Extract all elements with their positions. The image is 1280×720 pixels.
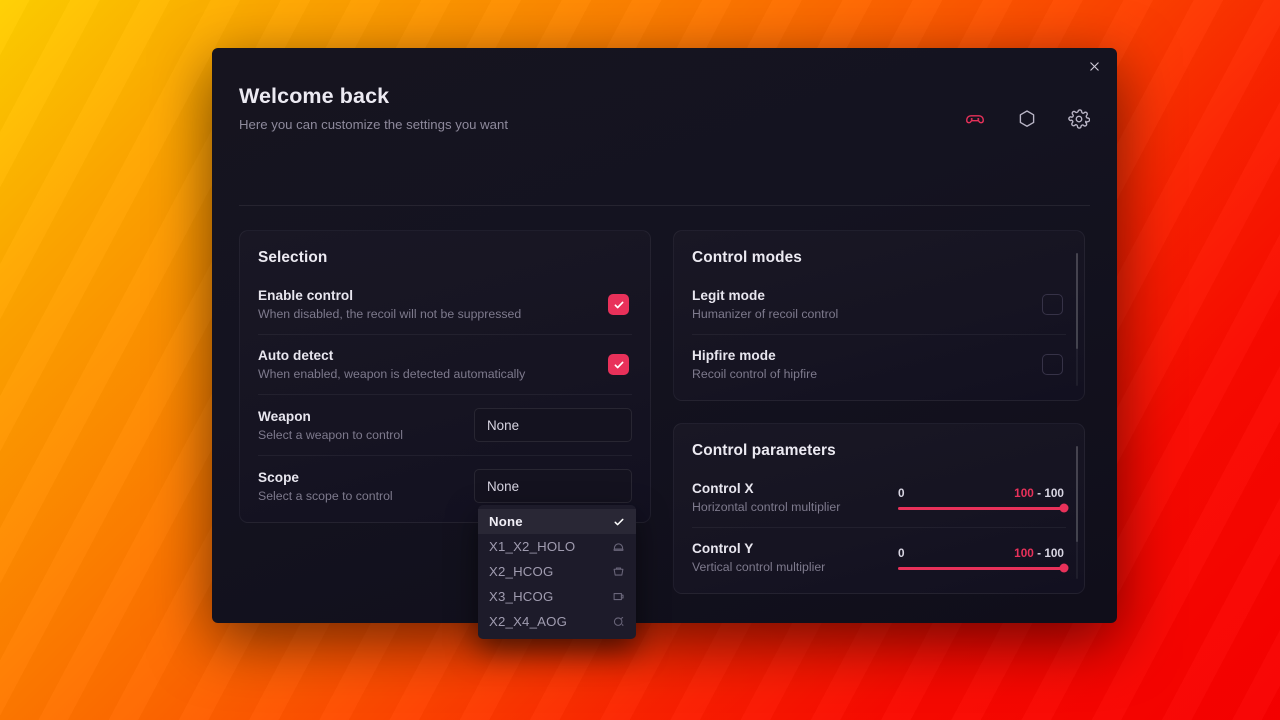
row-enable-control: Enable control When disabled, the recoil… [258, 275, 632, 334]
weapon-select[interactable]: None [474, 408, 632, 442]
modal-body: Selection Enable control When disabled, … [239, 230, 1090, 615]
control-y-value: 100 - 100 [1014, 546, 1064, 560]
scope-option-x1-x2-holo-label: X1_X2_HOLO [489, 539, 575, 554]
scope-option-x2-hcog-label: X2_HCOG [489, 564, 553, 579]
holo-sight-icon [612, 540, 625, 553]
weapon-desc: Select a weapon to control [258, 428, 474, 442]
hcog-3x-sight-icon [612, 590, 625, 603]
hcog-2x-sight-icon [612, 565, 625, 578]
hipfire-mode-desc: Recoil control of hipfire [692, 367, 1042, 381]
weapon-select-value: None [487, 418, 519, 433]
scope-label: Scope [258, 470, 474, 485]
hexagon-icon[interactable] [1016, 108, 1038, 130]
control-modes-card: Control modes Legit mode Humanizer of re… [673, 230, 1085, 401]
enable-control-checkbox[interactable] [608, 294, 629, 315]
legit-mode-label: Legit mode [692, 288, 1042, 303]
control-x-track[interactable] [898, 507, 1064, 510]
scope-option-none-label: None [489, 514, 523, 529]
control-modes-title: Control modes [692, 249, 1066, 267]
scope-select-value: None [487, 479, 519, 494]
scope-option-x3-hcog-label: X3_HCOG [489, 589, 553, 604]
scope-option-x3-hcog[interactable]: X3_HCOG [478, 584, 636, 609]
check-icon [613, 516, 625, 528]
scope-option-x2-x4-aog[interactable]: X2_X4_AOG [478, 609, 636, 634]
control-x-desc: Horizontal control multiplier [692, 500, 898, 514]
legit-mode-checkbox[interactable] [1042, 294, 1063, 315]
enable-control-label: Enable control [258, 288, 608, 303]
selection-card: Selection Enable control When disabled, … [239, 230, 651, 523]
control-x-slider[interactable]: 0 100 - 100 [898, 486, 1064, 510]
control-parameters-scrollbar[interactable] [1076, 446, 1078, 579]
row-auto-detect: Auto detect When enabled, weapon is dete… [258, 334, 632, 394]
header-icon-group [964, 108, 1090, 130]
control-y-current: 100 [1014, 546, 1034, 560]
control-y-label: Control Y [692, 541, 898, 556]
control-parameters-card: Control parameters Control X Horizontal … [673, 423, 1085, 594]
scope-option-x2-x4-aog-label: X2_X4_AOG [489, 614, 567, 629]
auto-detect-label: Auto detect [258, 348, 608, 363]
right-column: Control modes Legit mode Humanizer of re… [673, 230, 1085, 615]
aog-sight-icon [612, 615, 625, 628]
hipfire-mode-checkbox[interactable] [1042, 354, 1063, 375]
scope-select[interactable]: None [474, 469, 632, 503]
page-title: Welcome back [239, 84, 1090, 109]
control-x-sep: - [1034, 486, 1044, 500]
selection-title: Selection [258, 249, 632, 267]
control-y-min: 0 [898, 546, 905, 560]
row-legit-mode: Legit mode Humanizer of recoil control [692, 275, 1066, 334]
row-control-y: Control Y Vertical control multiplier 0 … [692, 527, 1066, 587]
control-x-current: 100 [1014, 486, 1034, 500]
control-y-desc: Vertical control multiplier [692, 560, 898, 574]
modal-header: Welcome back Here you can customize the … [239, 84, 1090, 164]
legit-mode-desc: Humanizer of recoil control [692, 307, 1042, 321]
page-subtitle: Here you can customize the settings you … [239, 117, 1090, 132]
control-y-fill [898, 567, 1064, 570]
control-y-knob[interactable] [1060, 564, 1069, 573]
control-x-fill [898, 507, 1064, 510]
close-icon[interactable] [1081, 53, 1107, 79]
enable-control-desc: When disabled, the recoil will not be su… [258, 307, 608, 321]
control-y-max: 100 [1044, 546, 1064, 560]
row-control-x: Control X Horizontal control multiplier … [692, 468, 1066, 527]
control-x-knob[interactable] [1060, 504, 1069, 513]
scope-option-x1-x2-holo[interactable]: X1_X2_HOLO [478, 534, 636, 559]
row-weapon: Weapon Select a weapon to control None [258, 394, 632, 455]
control-x-value: 100 - 100 [1014, 486, 1064, 500]
control-parameters-title: Control parameters [692, 442, 1066, 460]
scope-dropdown-menu: None X1_X2_HOLO X2_HCOG X3_HCOG X2_X4_AO… [478, 505, 636, 639]
auto-detect-desc: When enabled, weapon is detected automat… [258, 367, 608, 381]
scope-option-none[interactable]: None [478, 509, 636, 534]
control-x-min: 0 [898, 486, 905, 500]
gamepad-icon[interactable] [964, 108, 986, 130]
auto-detect-checkbox[interactable] [608, 354, 629, 375]
hipfire-mode-label: Hipfire mode [692, 348, 1042, 363]
weapon-label: Weapon [258, 409, 474, 424]
control-x-label: Control X [692, 481, 898, 496]
control-y-track[interactable] [898, 567, 1064, 570]
control-y-slider[interactable]: 0 100 - 100 [898, 546, 1064, 570]
settings-modal: Welcome back Here you can customize the … [212, 48, 1117, 623]
control-y-sep: - [1034, 546, 1044, 560]
header-divider [239, 205, 1090, 206]
row-hipfire-mode: Hipfire mode Recoil control of hipfire [692, 334, 1066, 394]
control-x-max: 100 [1044, 486, 1064, 500]
control-modes-scrollbar[interactable] [1076, 253, 1078, 386]
scope-option-x2-hcog[interactable]: X2_HCOG [478, 559, 636, 584]
gear-icon[interactable] [1068, 108, 1090, 130]
scope-desc: Select a scope to control [258, 489, 474, 503]
